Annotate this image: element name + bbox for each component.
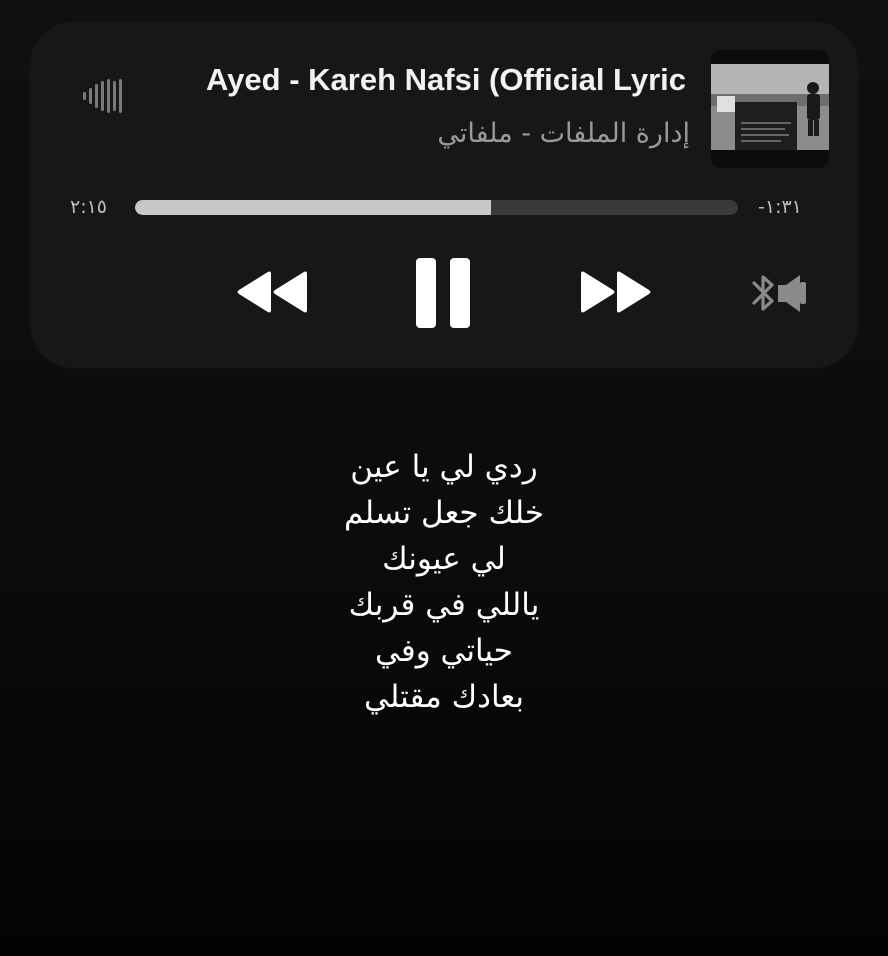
waveform-icon bbox=[83, 79, 122, 113]
time-remaining: -١:٣١ bbox=[758, 196, 802, 218]
lyric-line: ياللي في قربك bbox=[348, 587, 540, 623]
lyric-line: لي عيونك bbox=[382, 541, 506, 577]
progress-fill bbox=[135, 200, 491, 215]
album-artwork[interactable] bbox=[711, 50, 829, 168]
lyric-line: خلك جعل تسلم bbox=[343, 495, 545, 531]
bluetooth-speaker-icon[interactable] bbox=[748, 272, 812, 314]
lyrics-block: ردي لي يا عين خلك جعل تسلم لي عيونك يالل… bbox=[244, 444, 644, 720]
lyric-line: حياتي وفي bbox=[375, 633, 513, 669]
time-elapsed: ٢:١٥ bbox=[70, 196, 108, 218]
progress-bar[interactable] bbox=[135, 200, 738, 215]
track-title[interactable]: Ayed - Kareh Nafsi (Official Lyric bbox=[126, 62, 686, 98]
track-subtitle[interactable]: إدارة الملفات - ملفاتي bbox=[130, 118, 690, 149]
pause-button[interactable] bbox=[416, 258, 470, 328]
fast-forward-button[interactable] bbox=[579, 270, 653, 314]
rewind-button[interactable] bbox=[235, 270, 309, 314]
lyric-line: بعادك مقتلي bbox=[364, 679, 524, 715]
lyric-line: ردي لي يا عين bbox=[350, 449, 538, 485]
now-playing-card: Ayed - Kareh Nafsi (Official Lyric إدارة… bbox=[30, 22, 858, 368]
